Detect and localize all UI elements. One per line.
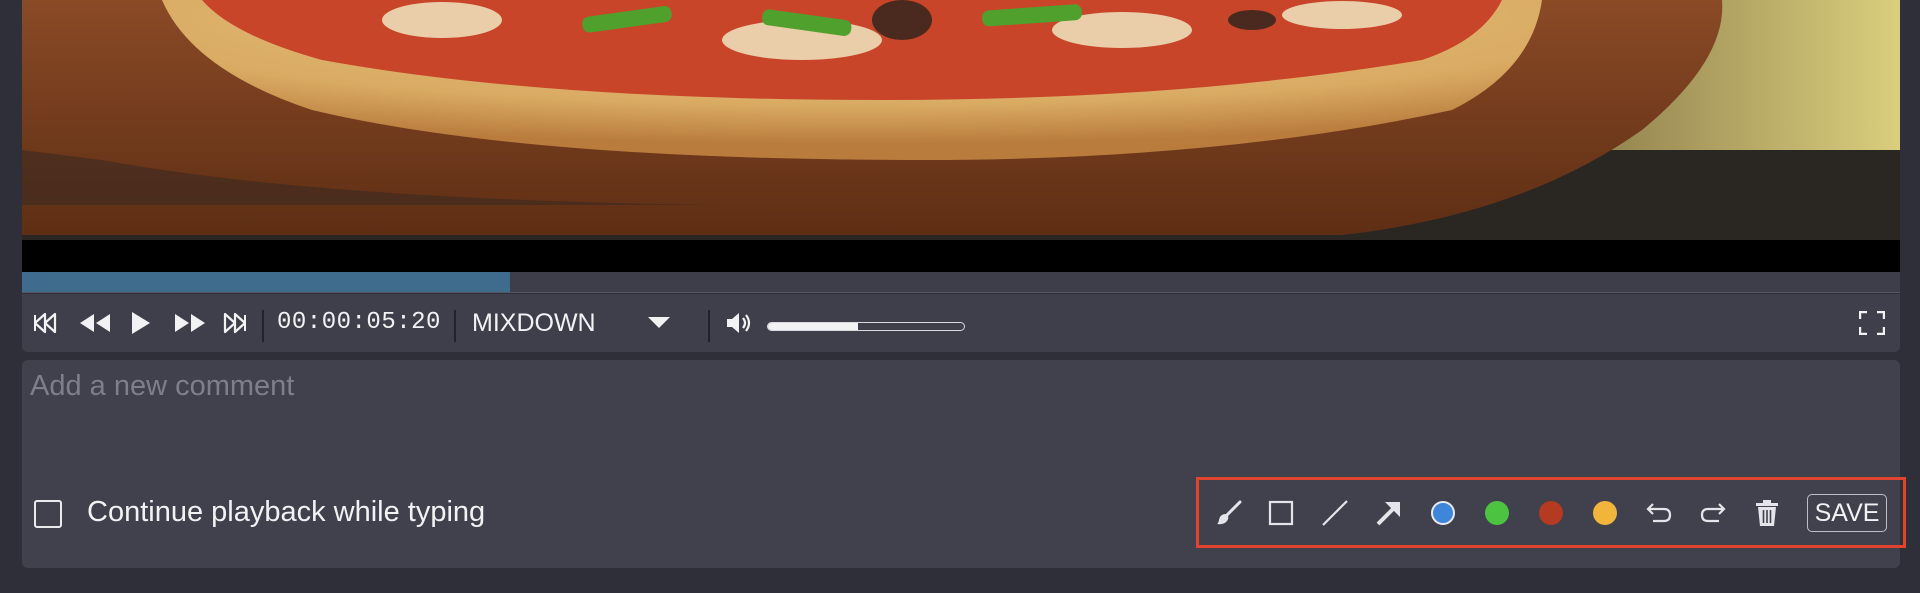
comment-panel: Continue playback while typing [22, 360, 1906, 568]
progress-divider [22, 292, 1900, 293]
audio-track-select[interactable]: MIXDOWN [472, 294, 596, 352]
color-swatch-green[interactable] [1481, 480, 1513, 545]
control-separator [708, 310, 710, 342]
pizza-video-still [22, 0, 1900, 240]
control-separator [262, 310, 264, 342]
control-separator [454, 310, 456, 342]
continue-playback-label[interactable]: Continue playback while typing [87, 496, 485, 529]
skip-to-start-icon[interactable] [32, 294, 62, 352]
timecode-display: 00:00:05:20 [277, 309, 441, 336]
rectangle-icon[interactable] [1265, 480, 1297, 545]
chevron-down-icon[interactable] [646, 294, 672, 352]
skip-to-end-icon[interactable] [218, 294, 248, 352]
fast-forward-icon[interactable] [170, 294, 208, 352]
comment-input[interactable] [22, 360, 1900, 455]
volume-fill [768, 323, 859, 330]
brush-icon[interactable] [1213, 480, 1245, 545]
video-letterbox [22, 240, 1900, 272]
color-swatch-blue[interactable] [1427, 480, 1459, 545]
play-icon[interactable] [127, 294, 155, 352]
save-button[interactable]: SAVE [1807, 494, 1887, 532]
fullscreen-icon[interactable] [1857, 294, 1887, 352]
arrow-icon[interactable] [1373, 480, 1405, 545]
undo-icon[interactable] [1643, 480, 1675, 545]
rewind-icon[interactable] [77, 294, 115, 352]
line-icon[interactable] [1319, 480, 1351, 545]
color-swatch-red[interactable] [1535, 480, 1567, 545]
player-controls: 00:00:05:20 MIXDOWN [22, 294, 1900, 352]
color-swatch-yellow[interactable] [1589, 480, 1621, 545]
video-frame[interactable] [22, 0, 1900, 240]
redo-icon[interactable] [1697, 480, 1729, 545]
continue-playback-checkbox[interactable] [34, 500, 62, 528]
progress-fill [22, 272, 511, 293]
playback-progress-bar[interactable] [22, 272, 1900, 293]
trash-icon[interactable] [1751, 480, 1783, 545]
annotation-toolbar: SAVE [1196, 477, 1906, 548]
volume-icon[interactable] [724, 294, 754, 352]
volume-slider[interactable] [767, 322, 965, 331]
